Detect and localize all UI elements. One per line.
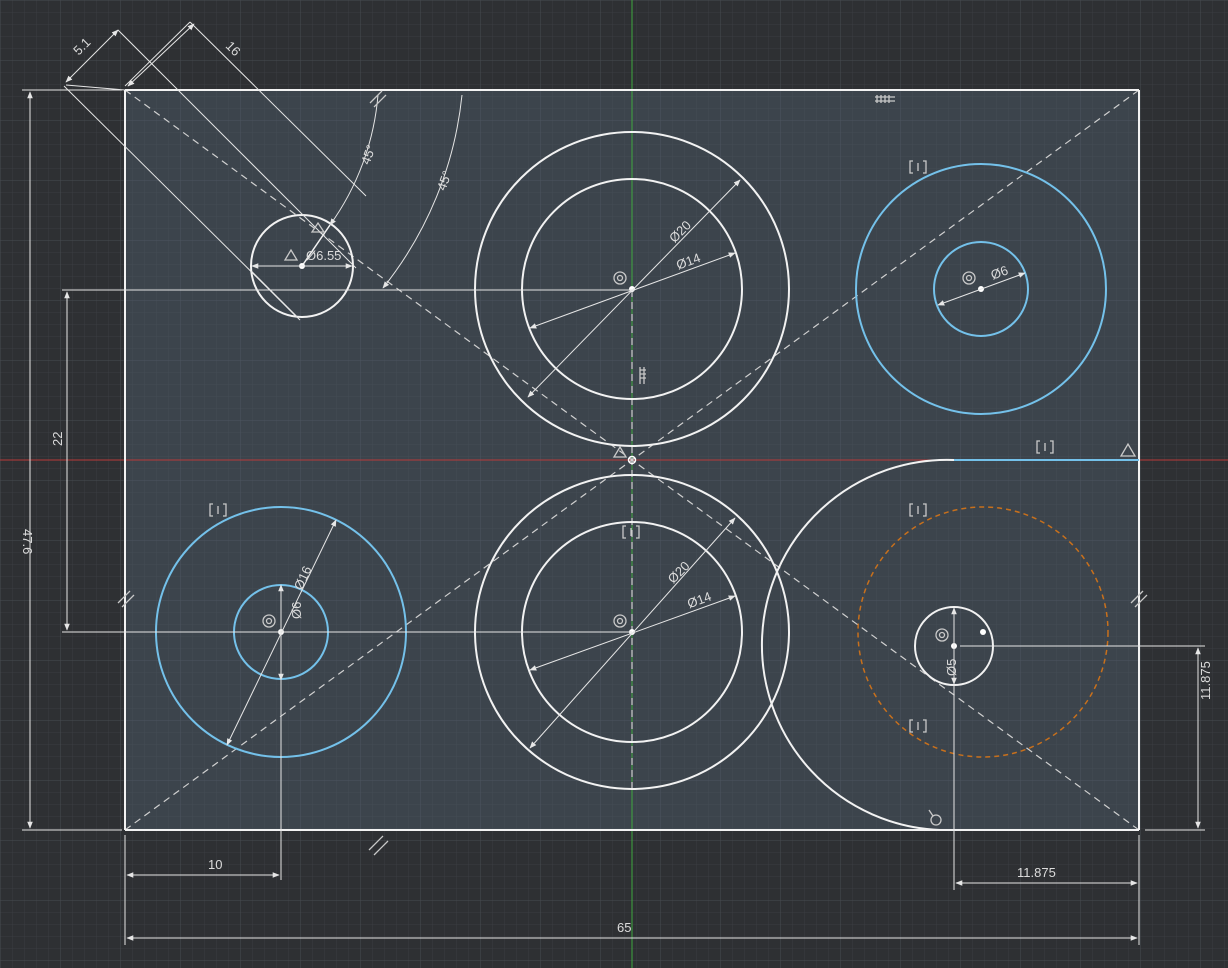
dim-bottom-left-inner[interactable]: Ø6 bbox=[289, 602, 304, 619]
dim-height-476[interactable]: 47.6 bbox=[20, 529, 35, 554]
dim-offset-11875-horizontal[interactable]: 11.875 bbox=[1017, 865, 1056, 880]
sketch-canvas[interactable]: Ø20 Ø14 Ø20 Ø14 Ø6 Ø16 Ø6 Ø6.55 Ø5 65 10… bbox=[0, 0, 1228, 968]
dim-bottom-right-small[interactable]: Ø5 bbox=[944, 659, 959, 676]
dim-total-width[interactable]: 65 bbox=[617, 920, 631, 935]
dim-offset-11875-vertical[interactable]: 11.875 bbox=[1198, 661, 1213, 700]
dim-offset-10[interactable]: 10 bbox=[208, 857, 222, 872]
dim-top-left-small[interactable]: Ø6.55 bbox=[306, 248, 341, 263]
sketch-point[interactable] bbox=[980, 629, 986, 635]
dim-height-22[interactable]: 22 bbox=[50, 432, 65, 446]
